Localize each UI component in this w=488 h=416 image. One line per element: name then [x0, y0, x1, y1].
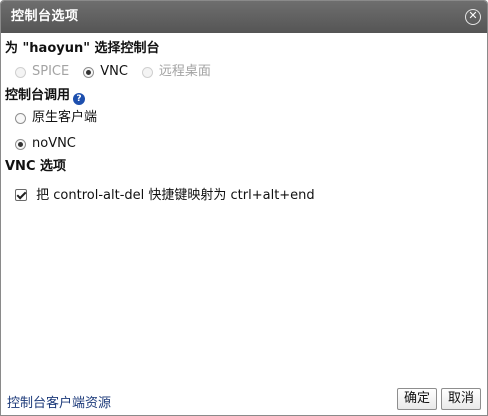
console-select-label: 为 "haoyun" 选择控制台: [5, 41, 160, 56]
radio-option-vnc[interactable]: VNC: [83, 63, 128, 81]
vnc-label: VNC: [100, 64, 128, 79]
cancel-button[interactable]: 取消: [441, 388, 481, 410]
console-invocation-section: 控制台调用?: [5, 84, 86, 105]
vnc-options-label: VNC 选项: [5, 159, 67, 174]
native-client-label: 原生客户端: [32, 110, 98, 125]
radio-option-novnc[interactable]: noVNC: [15, 135, 90, 153]
ctrl-alt-del-checkbox-label: 把 control-alt-del 快捷键映射为 ctrl+alt+end: [36, 188, 315, 203]
ctrl-alt-del-checkbox[interactable]: [15, 189, 27, 201]
native-client-radio[interactable]: [15, 112, 26, 124]
ok-button[interactable]: 确定: [397, 388, 437, 410]
radio-option-spice[interactable]: SPICE: [15, 63, 69, 81]
vnc-radio[interactable]: [83, 66, 95, 78]
radio-option-native-client[interactable]: 原生客户端: [15, 109, 111, 127]
dialog-title: 控制台选项: [11, 9, 79, 24]
novnc-radio[interactable]: [15, 138, 26, 150]
remote-desktop-label: 远程桌面: [158, 64, 211, 79]
dialog-titlebar[interactable]: 控制台选项 ✕: [1, 1, 487, 33]
console-invocation-label: 控制台调用: [5, 88, 71, 103]
radio-option-remote-desktop[interactable]: 远程桌面: [141, 63, 211, 81]
novnc-label: noVNC: [32, 136, 76, 151]
dialog-footer: 控制台客户端资源 确定 取消: [1, 383, 487, 415]
ctrl-alt-del-mapping-option[interactable]: 把 control-alt-del 快捷键映射为 ctrl+alt+end: [15, 184, 315, 203]
close-icon[interactable]: ✕: [465, 9, 481, 25]
help-icon[interactable]: ?: [73, 93, 86, 105]
console-client-resources-link[interactable]: 控制台客户端资源: [7, 392, 111, 411]
console-options-dialog: 控制台选项 ✕ 为 "haoyun" 选择控制台 SPICE VNC 远程桌面 …: [0, 0, 488, 416]
spice-radio[interactable]: [15, 66, 26, 78]
remote-desktop-radio[interactable]: [141, 66, 153, 78]
spice-label: SPICE: [32, 64, 70, 79]
console-protocol-radio-group: SPICE VNC 远程桌面: [15, 63, 225, 81]
